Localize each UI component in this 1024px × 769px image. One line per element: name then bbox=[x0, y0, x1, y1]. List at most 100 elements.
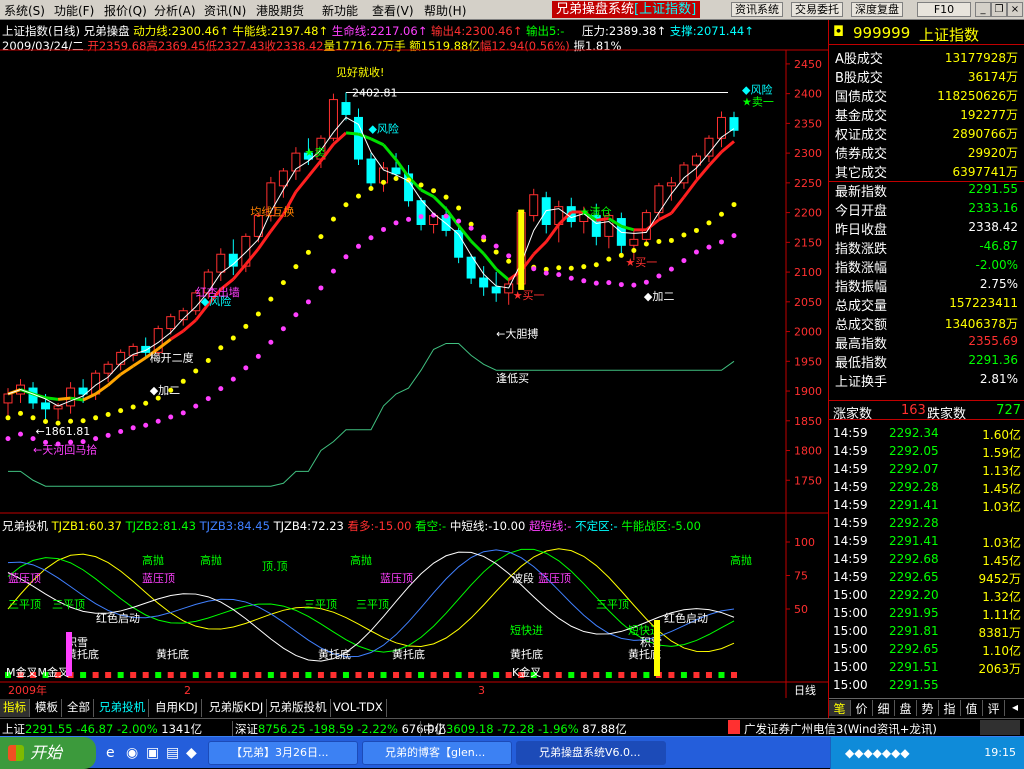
tick-price: 2291.41 bbox=[889, 534, 939, 548]
quick-launch-folder-icon[interactable]: ▤ bbox=[166, 745, 179, 761]
minimize-icon[interactable]: _ bbox=[975, 2, 991, 17]
tab-brother-spec[interactable]: 兄弟投机 bbox=[96, 699, 149, 717]
indicator-annotation: 蓝压顶 bbox=[142, 572, 175, 585]
menu-help[interactable]: 帮助(H) bbox=[424, 2, 466, 19]
tab-brother-kdj[interactable]: 兄弟版KDJ bbox=[206, 699, 268, 717]
magenta-dot bbox=[130, 425, 136, 431]
indicator-name: 兄弟投机 bbox=[2, 519, 48, 533]
candlestick-chart[interactable]: 2450240023502300225022002150210020502000… bbox=[0, 20, 828, 718]
tab-trend[interactable]: 势 bbox=[917, 700, 939, 716]
indicator-annotation: K金叉 bbox=[512, 665, 541, 679]
status-zx[interactable]: 中小3609.18 -72.28 -1.96% 87.88亿 bbox=[420, 721, 627, 737]
quick-launch-ie-icon[interactable]: e bbox=[106, 745, 115, 761]
magenta-dot bbox=[205, 396, 211, 402]
tab-scroll-icon[interactable]: ◂ bbox=[1005, 700, 1024, 716]
tab-vol-tdx[interactable]: VOL-TDX bbox=[330, 699, 387, 717]
quick-launch-desktop-icon[interactable]: ▣ bbox=[146, 745, 159, 761]
tab-detail[interactable]: 细 bbox=[873, 700, 895, 716]
yellow-dot bbox=[255, 311, 261, 317]
down-label: 跌家数 bbox=[927, 407, 967, 422]
start-button[interactable]: 开始 bbox=[0, 737, 96, 769]
f10-button[interactable]: F10 bbox=[917, 2, 971, 17]
y-tick-label: 2100 bbox=[794, 266, 822, 279]
signal-block bbox=[443, 672, 450, 678]
candle-body bbox=[341, 102, 351, 115]
indicator-annotation: 高抛 bbox=[142, 553, 164, 567]
bullish-value: 看多:-15.00 bbox=[347, 519, 412, 533]
yellow-dot bbox=[5, 415, 11, 421]
tray-icons[interactable]: ◆◆◆◆◆◆◆ bbox=[845, 746, 910, 760]
tab-review[interactable]: 评 bbox=[983, 700, 1005, 716]
tab-book[interactable]: 盘 bbox=[895, 700, 917, 716]
menu-view[interactable]: 查看(V) bbox=[372, 2, 414, 19]
close-icon[interactable]: × bbox=[1007, 2, 1023, 17]
stock-name: 上证指数 bbox=[919, 26, 980, 44]
menu-news[interactable]: 资讯(N) bbox=[204, 2, 246, 19]
menu-quote[interactable]: 报价(Q) bbox=[104, 2, 147, 19]
tick-row: 14:59 2292.05 1.59亿 bbox=[829, 442, 1024, 461]
indicator-annotation: 红色启动 bbox=[96, 611, 140, 625]
menu-hk-futures[interactable]: 港股期货 bbox=[256, 2, 304, 19]
x-axis-year: 2009年 bbox=[8, 683, 47, 697]
status-sz[interactable]: 深证8756.25 -198.59 -2.22% 676.0亿 bbox=[232, 721, 446, 737]
tab-trades[interactable]: 笔 bbox=[829, 700, 851, 716]
task-item-brother-note[interactable]: 【兄弟】3月26日... bbox=[208, 741, 358, 765]
tab-all[interactable]: 全部 bbox=[64, 699, 94, 717]
quote-header: ◘ 999999 上证指数 bbox=[829, 23, 1024, 45]
quick-launch-app-icon[interactable]: ◆ bbox=[186, 745, 197, 761]
tab-value[interactable]: 值 bbox=[961, 700, 983, 716]
magenta-dot bbox=[155, 418, 161, 424]
tick-volume: 1.10亿 bbox=[982, 644, 1021, 658]
snow-bar bbox=[66, 632, 72, 676]
tick-volume: 2063万 bbox=[978, 662, 1021, 676]
tab-brother-spec2[interactable]: 兄弟版投机 bbox=[266, 699, 331, 717]
y-tick-label: 2150 bbox=[794, 236, 822, 249]
tab-template[interactable]: 模板 bbox=[32, 699, 62, 717]
yellow-dot bbox=[343, 202, 349, 208]
news-system-button[interactable]: 资讯系统 bbox=[731, 2, 783, 17]
ma-line bbox=[495, 267, 510, 281]
yellow-dot bbox=[330, 216, 336, 222]
quote-value: 29920万 bbox=[967, 146, 1018, 160]
indicator-y-label: 50 bbox=[794, 603, 808, 616]
restore-icon[interactable]: ❐ bbox=[991, 2, 1007, 17]
signal-block bbox=[593, 672, 600, 678]
tab-index[interactable]: 指 bbox=[939, 700, 961, 716]
tab-price[interactable]: 价 bbox=[851, 700, 873, 716]
tick-volume: 1.03亿 bbox=[982, 536, 1021, 550]
indicator-annotation: 高抛 bbox=[350, 553, 372, 567]
ma-line bbox=[596, 217, 610, 222]
yellow-dot bbox=[656, 239, 662, 245]
magenta-dot bbox=[218, 386, 224, 392]
high-label: 2402.81 bbox=[352, 86, 398, 99]
candle-body bbox=[291, 152, 301, 172]
tjzb4-value: TJZB4:72.23 bbox=[273, 519, 344, 533]
signal-block bbox=[668, 672, 675, 678]
menu-system[interactable]: 系统(S) bbox=[4, 2, 45, 19]
deep-review-button[interactable]: 深度复盘 bbox=[851, 2, 903, 17]
menu-analysis[interactable]: 分析(A) bbox=[154, 2, 196, 19]
trade-order-button[interactable]: 交易委托 bbox=[791, 2, 843, 17]
yellow-dot bbox=[180, 378, 186, 384]
yellow-dot bbox=[556, 265, 562, 271]
quote-label: 昨日收盘 bbox=[835, 223, 888, 238]
status-sh[interactable]: 上证2291.55 -46.87 -2.00% 1341亿 bbox=[2, 721, 202, 737]
magenta-dot bbox=[305, 299, 311, 305]
signal-icon bbox=[728, 720, 740, 734]
start-label: 开始 bbox=[30, 743, 63, 762]
task-item-brother-blog[interactable]: 兄弟的博客【glen... bbox=[362, 741, 512, 765]
task-item-trading-system[interactable]: 兄弟操盘系统V6.0... bbox=[516, 741, 666, 765]
magenta-dot bbox=[393, 220, 399, 226]
tick-time: 14:59 bbox=[833, 426, 868, 440]
menu-function[interactable]: 功能(F) bbox=[54, 2, 94, 19]
signal-label: 逢低买 bbox=[496, 372, 529, 385]
signal-block bbox=[643, 672, 650, 678]
menu-new-function[interactable]: 新功能 bbox=[322, 2, 358, 19]
magenta-dot bbox=[681, 258, 687, 264]
signal-block bbox=[217, 672, 224, 678]
magenta-dot bbox=[93, 436, 99, 442]
tab-indicator[interactable]: 指标 bbox=[0, 699, 30, 717]
tab-kdj[interactable]: 自用KDJ bbox=[152, 699, 202, 717]
yellow-dot bbox=[230, 335, 236, 341]
quick-launch-media-icon[interactable]: ◉ bbox=[126, 745, 138, 761]
